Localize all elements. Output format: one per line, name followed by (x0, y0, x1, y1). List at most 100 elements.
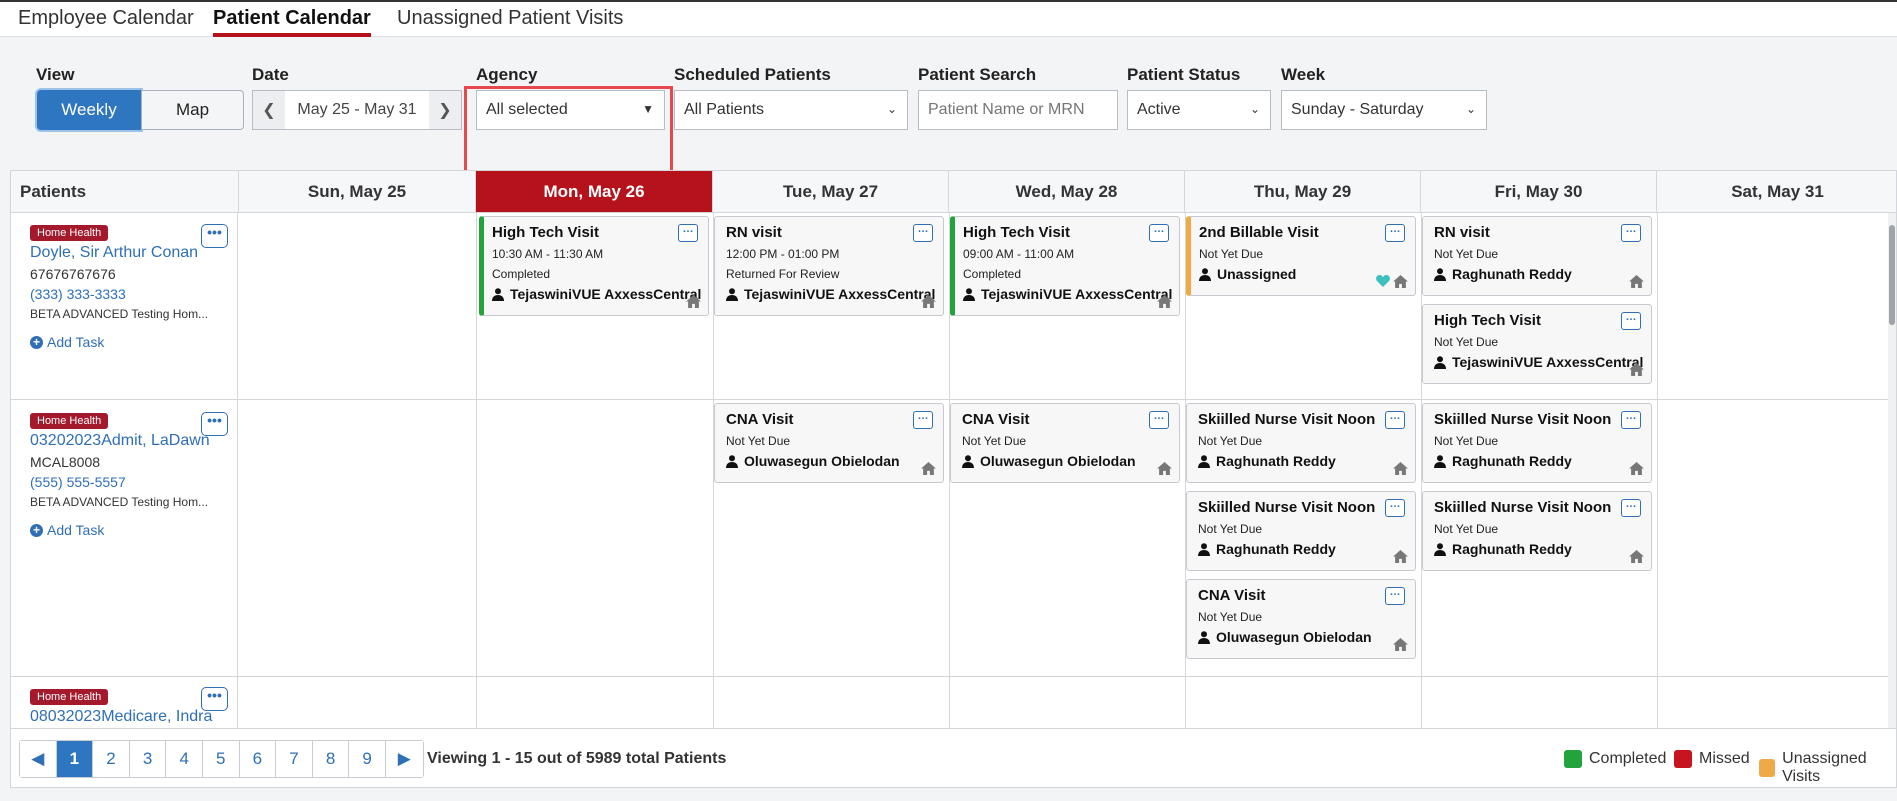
visit-employee-name: Raghunath Reddy (1452, 453, 1572, 469)
visit-card[interactable]: Skiilled Nurse Visit Noon Not Yet Due Ra… (1186, 491, 1416, 571)
patient-phone[interactable]: (333) 333-3333 (30, 286, 237, 302)
patient-more-button[interactable]: ••• (201, 687, 228, 711)
add-task-link[interactable]: + Add Task (30, 334, 237, 350)
legend-swatch (1759, 759, 1776, 777)
home-icon (1629, 550, 1644, 563)
day-header-fri: Fri, May 30 (1421, 171, 1657, 213)
visit-title: Skiilled Nurse Visit Noon (1434, 499, 1612, 516)
visit-time: 12:00 PM - 01:00 PM (726, 247, 840, 261)
agency-select[interactable]: All selected ▼ (476, 90, 665, 130)
patient-status-select[interactable]: Active ⌄ (1127, 90, 1271, 130)
visit-card[interactable]: Skiilled Nurse Visit Noon Not Yet Due Ra… (1422, 403, 1652, 483)
visit-card[interactable]: Skiilled Nurse Visit Noon Not Yet Due Ra… (1422, 491, 1652, 571)
visit-more-button[interactable]: … (1149, 411, 1169, 429)
calendar-scrollbar[interactable] (1888, 213, 1896, 728)
visit-title: CNA Visit (1198, 587, 1266, 604)
date-range-picker: ❮ May 25 - May 31 ❯ (252, 90, 462, 130)
visit-card[interactable]: 2nd Billable Visit Not Yet Due Unassigne… (1186, 216, 1416, 296)
visit-time: 10:30 AM - 11:30 AM (492, 247, 604, 261)
visit-card[interactable]: Skiilled Nurse Visit Noon Not Yet Due Ra… (1186, 403, 1416, 483)
pagination-prev-icon[interactable]: ◀ (20, 741, 57, 777)
person-icon (962, 455, 974, 468)
agency-select-value: All selected (486, 101, 568, 118)
patient-search-input[interactable] (918, 90, 1118, 130)
page-button[interactable]: 4 (166, 741, 203, 777)
visit-more-button[interactable]: … (1385, 224, 1405, 242)
column-divider (1657, 213, 1658, 728)
patient-agency: BETA ADVANCED Testing Hom... (30, 307, 209, 321)
visit-more-button[interactable]: … (1385, 411, 1405, 429)
visit-card[interactable]: RN visit Not Yet Due Raghunath Reddy … (1422, 216, 1652, 296)
visit-card[interactable]: CNA Visit Not Yet Due Oluwasegun Obielod… (950, 403, 1180, 483)
person-icon (1434, 455, 1446, 468)
page-button[interactable]: 3 (129, 741, 167, 777)
filter-bar: View Weekly Map Date ❮ May 25 - May 31 ❯… (0, 37, 1897, 187)
visit-card[interactable]: CNA Visit Not Yet Due Oluwasegun Obielod… (1186, 579, 1416, 659)
patient-phone[interactable]: (555) 555-5557 (30, 474, 237, 490)
patients-column-header: Patients (11, 171, 239, 213)
page-button[interactable]: 6 (239, 741, 277, 777)
heart-icon (1376, 275, 1390, 287)
person-icon (492, 288, 504, 301)
page-button[interactable]: 7 (276, 741, 313, 777)
visit-employee: Raghunath Reddy (1198, 453, 1407, 469)
view-label: View (36, 65, 75, 84)
week-select[interactable]: Sunday - Saturday ⌄ (1281, 90, 1487, 130)
view-map-button[interactable]: Map (141, 90, 244, 130)
visit-more-button[interactable]: … (913, 411, 933, 429)
home-icon (1393, 638, 1408, 651)
visit-status: Not Yet Due (1434, 335, 1499, 349)
visit-more-button[interactable]: … (678, 224, 698, 242)
visit-more-button[interactable]: … (913, 224, 933, 242)
top-tab-bar: Employee Calendar Patient Calendar Unass… (0, 0, 1897, 37)
tab-unassigned-patient-visits[interactable]: Unassigned Patient Visits (397, 6, 623, 37)
day-header-sun: Sun, May 25 (239, 171, 476, 213)
visit-employee: TejaswiniVUE AxxessCentral (492, 286, 701, 302)
tab-patient-calendar[interactable]: Patient Calendar (213, 6, 371, 37)
visit-card[interactable]: High Tech Visit 10:30 AM - 11:30 AM Comp… (479, 216, 709, 316)
view-weekly-button[interactable]: Weekly (37, 90, 141, 130)
scheduled-patients-select[interactable]: All Patients ⌄ (674, 90, 908, 130)
tab-employee-calendar[interactable]: Employee Calendar (18, 6, 194, 37)
visit-card[interactable]: High Tech Visit 09:00 AM - 11:00 AM Comp… (950, 216, 1180, 316)
visit-employee: Raghunath Reddy (1434, 266, 1643, 282)
patient-mrn: 67676767676 (30, 266, 116, 282)
visit-more-button[interactable]: … (1385, 587, 1405, 605)
page-button[interactable]: 8 (312, 741, 350, 777)
date-range-value[interactable]: May 25 - May 31 (285, 101, 429, 119)
visit-title: High Tech Visit (492, 224, 599, 241)
page-button[interactable]: 1 (56, 741, 94, 777)
visit-employee: Oluwasegun Obielodan (962, 453, 1171, 469)
chevron-left-icon[interactable]: ❮ (253, 91, 285, 129)
service-badge: Home Health (30, 413, 109, 429)
visit-card[interactable]: High Tech Visit Not Yet Due TejaswiniVUE… (1422, 304, 1652, 384)
patient-agency: BETA ADVANCED Testing Hom... (30, 495, 209, 509)
visit-title: High Tech Visit (963, 224, 1070, 241)
page-button[interactable]: 2 (93, 741, 130, 777)
visit-status: Not Yet Due (726, 434, 791, 448)
chevron-right-icon[interactable]: ❯ (429, 91, 461, 129)
visit-more-button[interactable]: … (1621, 499, 1641, 517)
person-icon (963, 288, 975, 301)
person-icon (1199, 268, 1211, 281)
legend-completed: Completed (1564, 750, 1666, 768)
page-button[interactable]: 5 (202, 741, 240, 777)
visit-card[interactable]: RN visit 12:00 PM - 01:00 PM Returned Fo… (714, 216, 944, 316)
visit-more-button[interactable]: … (1149, 224, 1169, 242)
scrollbar-thumb[interactable] (1889, 225, 1895, 325)
pagination-next-icon[interactable]: ▶ (385, 741, 423, 777)
visit-more-button[interactable]: … (1385, 499, 1405, 517)
patient-more-button[interactable]: ••• (201, 412, 228, 436)
visit-status: Completed (492, 267, 551, 281)
page-button[interactable]: 9 (349, 741, 386, 777)
add-task-link[interactable]: + Add Task (30, 522, 237, 538)
visit-more-button[interactable]: … (1621, 224, 1641, 242)
visit-card[interactable]: CNA Visit Not Yet Due Oluwasegun Obielod… (714, 403, 944, 483)
patient-more-button[interactable]: ••• (201, 224, 228, 248)
home-icon (1393, 275, 1408, 288)
column-divider (237, 213, 238, 728)
visit-more-button[interactable]: … (1621, 411, 1641, 429)
home-icon (686, 295, 701, 308)
row-divider (11, 399, 1896, 400)
visit-more-button[interactable]: … (1621, 312, 1641, 330)
